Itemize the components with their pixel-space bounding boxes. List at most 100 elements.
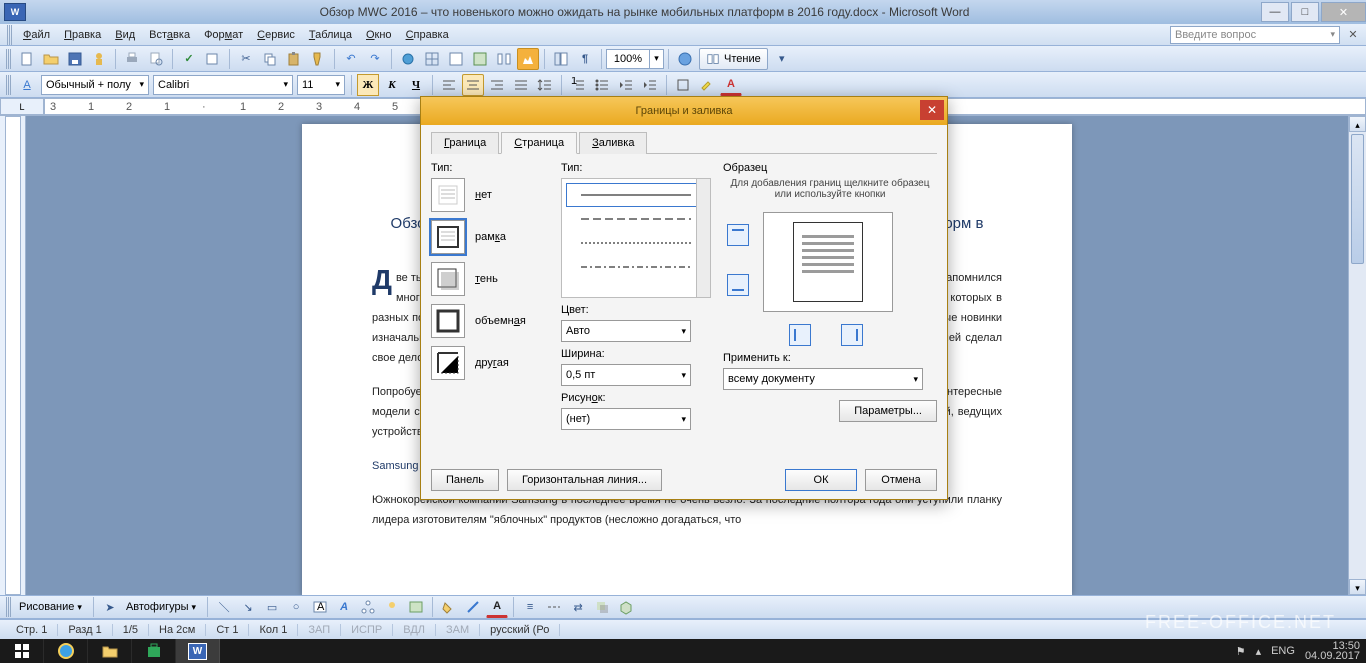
italic-button[interactable]: К — [381, 74, 403, 96]
tray-chevron-icon[interactable]: ▴ — [1256, 645, 1262, 658]
scroll-up-icon[interactable]: ▴ — [1349, 116, 1366, 132]
arrow-icon[interactable]: ↘ — [237, 596, 259, 618]
minimize-button[interactable]: — — [1261, 2, 1289, 22]
line-spacing-icon[interactable] — [534, 74, 556, 96]
underline-button[interactable]: Ч — [405, 74, 427, 96]
line-style-icon[interactable]: ≡ — [519, 596, 541, 618]
columns-icon[interactable] — [493, 48, 515, 70]
taskbar-store-icon[interactable] — [132, 639, 176, 663]
diagram-icon[interactable] — [357, 596, 379, 618]
select-objects-icon[interactable]: ➤ — [99, 596, 121, 618]
increase-indent-icon[interactable] — [639, 74, 661, 96]
setting-3d[interactable] — [431, 304, 465, 338]
doc-map-icon[interactable] — [550, 48, 572, 70]
status-ext[interactable]: ВДЛ — [393, 624, 436, 636]
print-preview-icon[interactable] — [145, 48, 167, 70]
taskbar-explorer-icon[interactable] — [88, 639, 132, 663]
insert-excel-icon[interactable] — [469, 48, 491, 70]
ok-button[interactable]: ОК — [785, 469, 857, 491]
dialog-close-button[interactable]: ✕ — [920, 100, 944, 120]
status-track[interactable]: ИСПР — [341, 624, 393, 636]
line-color-icon[interactable] — [462, 596, 484, 618]
tables-borders-icon[interactable] — [421, 48, 443, 70]
border-left-button[interactable] — [789, 324, 811, 346]
autoshapes-menu[interactable]: Автофигуры▾ — [122, 601, 203, 613]
color-combo[interactable]: Авто▾ — [561, 320, 691, 342]
show-marks-icon[interactable]: ¶ — [574, 48, 596, 70]
arrow-style-icon[interactable]: ⇄ — [567, 596, 589, 618]
wordart-icon[interactable]: A — [333, 596, 355, 618]
maximize-button[interactable]: □ — [1291, 2, 1319, 22]
highlight-icon[interactable] — [696, 74, 718, 96]
dialog-title[interactable]: Границы и заливка ✕ — [421, 97, 947, 125]
help-search-input[interactable]: Введите вопрос ▾ — [1170, 26, 1340, 44]
menu-edit[interactable]: Правка — [57, 27, 108, 43]
undo-icon[interactable]: ↶ — [340, 48, 362, 70]
dash-style-icon[interactable] — [543, 596, 565, 618]
art-combo[interactable]: (нет)▾ — [561, 408, 691, 430]
font-color-draw-icon[interactable]: A — [486, 596, 508, 618]
show-toolbar-button[interactable]: Панель — [431, 469, 499, 491]
research-icon[interactable] — [202, 48, 224, 70]
menu-insert[interactable]: Вставка — [142, 27, 197, 43]
vertical-scrollbar[interactable]: ▴ ▾ — [1348, 116, 1366, 595]
font-color-icon[interactable]: A — [720, 74, 742, 96]
setting-shadow[interactable] — [431, 262, 465, 296]
align-center-icon[interactable] — [462, 74, 484, 96]
picture-icon[interactable] — [405, 596, 427, 618]
font-combo[interactable]: Calibri▾ — [153, 75, 293, 95]
status-rec[interactable]: ЗАП — [298, 624, 341, 636]
menu-table[interactable]: Таблица — [302, 27, 359, 43]
width-combo[interactable]: 0,5 пт▾ — [561, 364, 691, 386]
style-combo[interactable]: Обычный + полу▾ — [41, 75, 149, 95]
tab-page[interactable]: Страница — [501, 132, 577, 154]
options-button[interactable]: Параметры... — [839, 400, 937, 422]
bullet-list-icon[interactable] — [591, 74, 613, 96]
taskbar-ie-icon[interactable] — [44, 639, 88, 663]
start-button[interactable] — [0, 639, 44, 663]
format-painter-icon[interactable] — [307, 48, 329, 70]
doc-close-button[interactable]: ✕ — [1344, 26, 1362, 44]
tray-flag-icon[interactable]: ⚑ — [1236, 645, 1246, 658]
line-icon[interactable]: ＼ — [213, 596, 235, 618]
oval-icon[interactable]: ○ — [285, 596, 307, 618]
cancel-button[interactable]: Отмена — [865, 469, 937, 491]
taskbar-word-icon[interactable]: W — [176, 639, 220, 663]
preview-box[interactable] — [763, 212, 893, 312]
bold-button[interactable]: Ж — [357, 74, 379, 96]
reading-mode-button[interactable]: Чтение — [699, 48, 768, 70]
save-icon[interactable] — [64, 48, 86, 70]
menu-help[interactable]: Справка — [399, 27, 456, 43]
close-button[interactable]: ✕ — [1321, 2, 1366, 22]
textbox-icon[interactable]: A — [309, 596, 331, 618]
vertical-ruler[interactable] — [0, 116, 26, 595]
tray-lang[interactable]: ENG — [1271, 645, 1295, 657]
zoom-combo[interactable]: ▾ — [606, 49, 664, 69]
open-icon[interactable] — [40, 48, 62, 70]
decrease-indent-icon[interactable] — [615, 74, 637, 96]
drawing-icon[interactable] — [517, 48, 539, 70]
copy-icon[interactable] — [259, 48, 281, 70]
menu-view[interactable]: Вид — [108, 27, 142, 43]
tab-border[interactable]: Граница — [431, 132, 499, 154]
fontsize-combo[interactable]: 11▾ — [297, 75, 345, 95]
borders-icon[interactable] — [672, 74, 694, 96]
horizontal-line-button[interactable]: Горизонтальная линия... — [507, 469, 662, 491]
menu-file[interactable]: Файл — [16, 27, 57, 43]
insert-table-icon[interactable] — [445, 48, 467, 70]
3d-style-icon[interactable] — [615, 596, 637, 618]
redo-icon[interactable]: ↷ — [364, 48, 386, 70]
tab-shading[interactable]: Заливка — [579, 132, 647, 154]
align-justify-icon[interactable] — [510, 74, 532, 96]
border-top-button[interactable] — [727, 224, 749, 246]
setting-custom[interactable] — [431, 346, 465, 380]
print-icon[interactable] — [121, 48, 143, 70]
new-icon[interactable] — [16, 48, 38, 70]
align-left-icon[interactable] — [438, 74, 460, 96]
status-ovr[interactable]: ЗАМ — [436, 624, 480, 636]
styles-pane-icon[interactable]: A — [16, 74, 38, 96]
toolbar-overflow-icon[interactable]: ▾ — [771, 48, 793, 70]
status-lang[interactable]: русский (Ро — [480, 624, 560, 636]
rectangle-icon[interactable]: ▭ — [261, 596, 283, 618]
spellcheck-icon[interactable]: ✓ — [178, 48, 200, 70]
